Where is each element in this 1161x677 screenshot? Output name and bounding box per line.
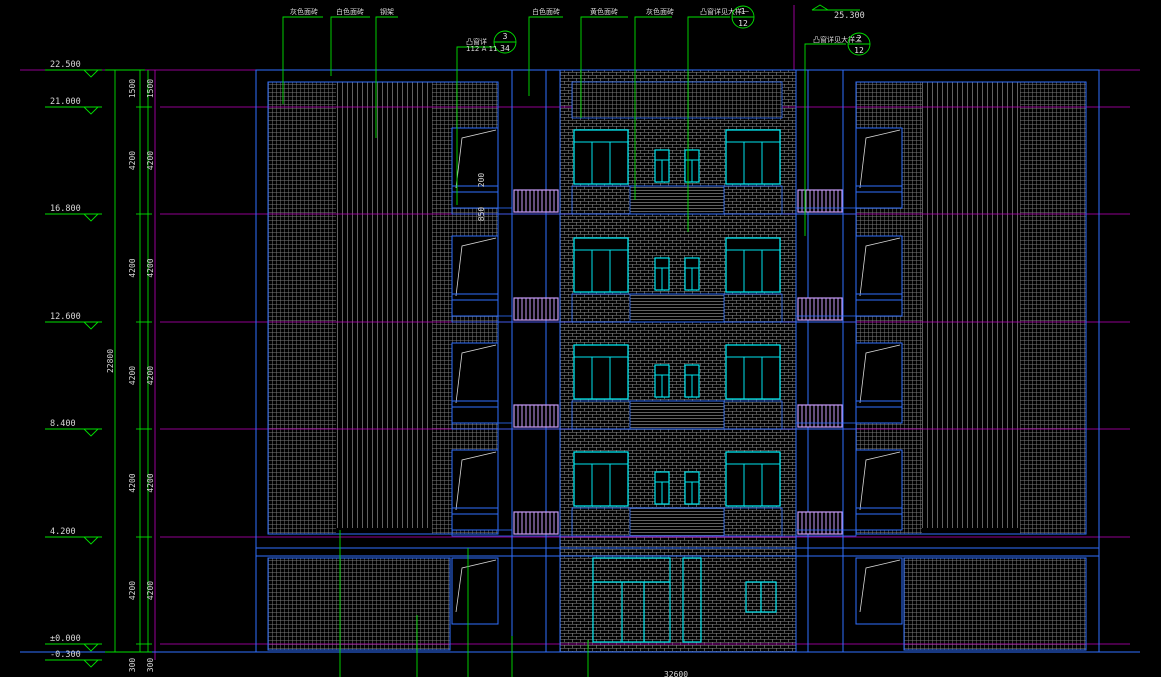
dimension-floor: 4200 (128, 581, 137, 600)
elevation-triangle (83, 213, 99, 222)
dimension-total: 22800 (106, 349, 115, 373)
window-large (725, 451, 781, 507)
dimension-floor: 4200 (146, 258, 155, 277)
dimension-base: 300 (128, 658, 137, 673)
window-large (725, 344, 781, 400)
louver-band (629, 293, 725, 323)
dimension-base: 300 (146, 658, 155, 673)
louver-band (629, 400, 725, 430)
elevation-value: 4.200 (50, 527, 76, 537)
window-dim-a: 850 (477, 207, 486, 222)
elevation-triangle (83, 321, 99, 330)
bay-window (451, 127, 499, 209)
window-large (573, 451, 629, 507)
dimension-floor: 4200 (146, 366, 155, 385)
balcony-railing (513, 189, 559, 213)
window-large (725, 129, 781, 185)
louver-band (629, 185, 725, 215)
bubble-2-top: 2 (857, 34, 862, 43)
total-width: 32600 (664, 670, 688, 677)
dimension-texts: 1500 1500 4200 4200 4200 4200 4200 4200 4200 4200… (106, 79, 155, 673)
balcony-railing (513, 297, 559, 321)
bubble-1-bottom: 12 (738, 19, 748, 28)
bay-window (451, 235, 499, 317)
elevation-triangle (83, 659, 99, 668)
elevation-value: 21.000 (50, 97, 81, 107)
window-dim-b: 200 (477, 173, 486, 188)
facade-hatching (268, 70, 1086, 652)
dimension-parapet: 1500 (146, 79, 155, 98)
dimension-parapet: 1500 (128, 79, 137, 98)
material-note: 灰色面砖 (290, 7, 318, 16)
window-large (573, 344, 629, 400)
balcony-railing (513, 511, 559, 535)
bubble-1-top: 1 (741, 7, 746, 16)
material-note: 凸窗详见大样二 (813, 35, 862, 44)
material-note: 黄色面砖 (590, 7, 618, 16)
elevation-value: ±0.000 (50, 634, 81, 644)
elevation-value: 16.800 (50, 204, 81, 214)
material-note: 白色面砖 (532, 7, 560, 16)
material-note: 钢架 (380, 7, 394, 16)
bay-window (451, 449, 499, 531)
elevation-triangle (83, 428, 99, 437)
elevation-drawing: 22.500 21.000 16.800 12.600 8.400 4.200 ±0.000… (20, 4, 1140, 677)
elevation-value: 8.400 (50, 419, 76, 429)
parapet-band (571, 81, 783, 119)
bay-window (855, 235, 903, 317)
dimension-floor: 4200 (128, 366, 137, 385)
bay-window (855, 127, 903, 209)
dimension-floor: 4200 (146, 581, 155, 600)
balcony-railing (797, 511, 843, 535)
dimension-floor: 4200 (128, 473, 137, 492)
louver-band (629, 507, 725, 537)
balcony-railing (797, 404, 843, 428)
elevation-value: 22.500 (50, 60, 81, 70)
bubble-3-top: 3 (503, 32, 508, 41)
bay-window (855, 342, 903, 424)
dimension-floor: 4200 (128, 151, 137, 170)
material-note: 白色面砖 (336, 7, 364, 16)
window-large (573, 129, 629, 185)
elevation-value: 12.600 (50, 312, 81, 322)
dimension-floor: 4200 (146, 473, 155, 492)
elevation-triangle (83, 643, 99, 652)
elevation-marks: 22.500 21.000 16.800 12.600 8.400 4.200 ±0.000… (45, 60, 102, 668)
dimension-floor: 4200 (128, 258, 137, 277)
dimension-floor: 4200 (146, 151, 155, 170)
bubble-3-sub: 112 A 11 (466, 45, 498, 53)
balcony-railing (513, 404, 559, 428)
balcony-railing (797, 297, 843, 321)
elevation-triangle (83, 69, 99, 78)
elevation-value: -0.300 (50, 650, 81, 660)
bubble-3-bottom: 34 (500, 44, 510, 53)
bay-window (855, 449, 903, 531)
top-elevation: 25.300 (834, 11, 865, 21)
elevation-triangle (83, 106, 99, 115)
material-note: 灰色面砖 (646, 7, 674, 16)
window-large (725, 237, 781, 293)
window-large (573, 237, 629, 293)
elevation-triangle (83, 536, 99, 545)
bay-window (451, 342, 499, 424)
bubble-2-bottom: 12 (854, 46, 864, 55)
